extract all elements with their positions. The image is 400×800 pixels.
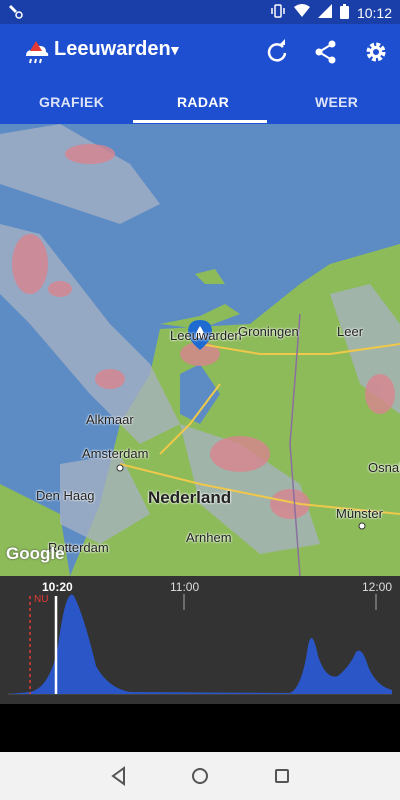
signal-icon: [317, 4, 332, 21]
now-label: NU: [34, 594, 49, 605]
precipitation-timeline[interactable]: 10:20 11:00 12:00 NU: [0, 576, 400, 704]
radar-map[interactable]: Leeuwarden Groningen Leer Alkmaar Amster…: [0, 124, 400, 576]
settings-icon[interactable]: [361, 37, 391, 67]
location-title[interactable]: Leeuwarden: [54, 38, 171, 61]
map-label-alkmaar: Alkmaar: [86, 412, 134, 427]
dropdown-icon[interactable]: ▼: [168, 42, 182, 58]
notification-icon: [8, 3, 24, 22]
map-label-leeuwarden: Leeuwarden: [170, 328, 242, 343]
tab-bar: GRAFIEK RADAR WEER: [0, 80, 400, 124]
tab-indicator: [133, 120, 267, 123]
tab-radar[interactable]: RADAR: [177, 94, 229, 110]
precipitation-graph: [8, 594, 392, 695]
map-label-osnabruck: Osnal: [368, 460, 400, 475]
clock-time: 10:12: [356, 4, 392, 21]
map-label-groningen: Groningen: [238, 324, 299, 339]
map-label-nederland: Nederland: [148, 488, 232, 507]
map-label-leer: Leer: [337, 324, 364, 339]
share-icon[interactable]: [311, 37, 341, 67]
spacer: [0, 704, 400, 752]
recents-icon[interactable]: [271, 765, 293, 787]
back-icon[interactable]: [108, 765, 130, 787]
map-label-den-haag: Den Haag: [36, 488, 95, 503]
map-label-arnhem: Arnhem: [186, 530, 232, 545]
map-label-munster: Münster: [336, 506, 383, 521]
refresh-icon[interactable]: [262, 37, 292, 67]
system-nav-bar: [0, 752, 400, 800]
vibrate-icon: [270, 3, 286, 22]
wifi-icon: [293, 4, 310, 21]
tab-grafiek[interactable]: GRAFIEK: [39, 94, 104, 110]
app-bar: Leeuwarden ▼: [0, 24, 400, 80]
battery-icon: [339, 3, 349, 22]
weather-logo-icon: [22, 38, 50, 66]
status-bar: 10:12: [0, 0, 400, 24]
map-label-amsterdam: Amsterdam: [82, 446, 149, 461]
home-icon[interactable]: [189, 765, 211, 787]
google-attribution: Google: [6, 544, 65, 563]
tab-weer[interactable]: WEER: [315, 94, 358, 110]
